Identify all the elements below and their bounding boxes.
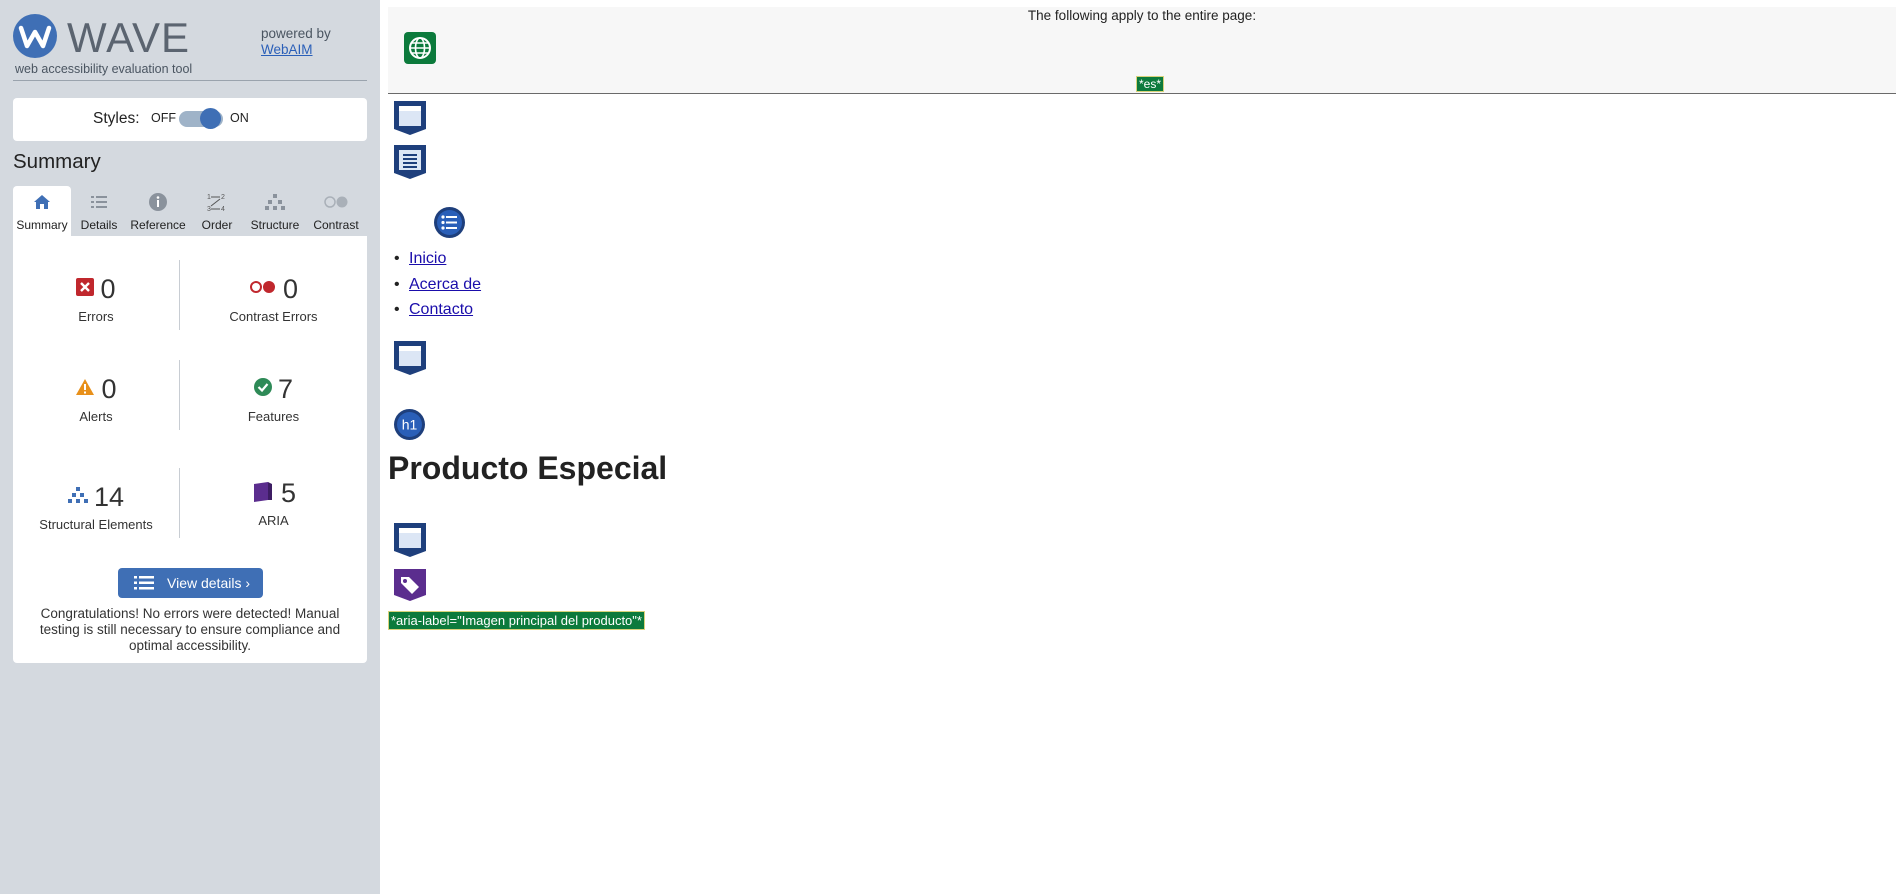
page-level-banner: The following apply to the entire page: …: [388, 7, 1896, 94]
styles-toggle[interactable]: [200, 108, 221, 129]
main-region-icon[interactable]: [393, 340, 427, 381]
wave-sidebar: WAVE web accessibility evaluation tool p…: [0, 0, 380, 894]
tab-contrast[interactable]: Contrast: [305, 186, 367, 236]
globe-icon[interactable]: [404, 32, 436, 64]
stat-aria[interactable]: 5 ARIA: [180, 478, 367, 528]
alerts-count: 0: [101, 374, 117, 404]
styles-on-label: ON: [230, 111, 249, 125]
banner-text: The following apply to the entire page:: [1027, 8, 1257, 23]
alerts-label: Alerts: [79, 409, 113, 424]
features-count: 7: [277, 374, 294, 404]
tab-summary[interactable]: Summary: [13, 186, 71, 236]
feature-icon: [253, 378, 272, 401]
home-icon: [13, 192, 71, 214]
nav-link-acerca-de[interactable]: Acerca de: [409, 276, 481, 293]
view-details-button[interactable]: View details ›: [118, 568, 263, 598]
order-icon: 1 2 3 4: [189, 192, 245, 214]
structure-elements-icon: [67, 486, 88, 509]
webaim-link[interactable]: WebAIM: [261, 42, 331, 58]
stat-errors[interactable]: 0 Errors: [13, 274, 179, 324]
heading-level-label: h1: [402, 417, 418, 433]
tab-label: Contrast: [313, 218, 359, 232]
errors-label: Errors: [78, 309, 114, 324]
structure-icon: [245, 192, 305, 214]
contrast-icon: [305, 192, 367, 214]
list-icon: [71, 192, 127, 214]
tab-label: Summary: [16, 218, 68, 232]
summary-panel: Summary Details Reference 1 2 3 4 Order Str…: [13, 186, 367, 663]
stat-features[interactable]: 7 Features: [180, 374, 367, 424]
svg-text:4: 4: [221, 206, 225, 213]
wave-logo: WAVE web accessibility evaluation tool p…: [13, 14, 367, 81]
language-badge: *es*: [1136, 76, 1165, 92]
tab-reference[interactable]: Reference: [127, 186, 189, 236]
info-icon: [127, 192, 189, 214]
tab-structure[interactable]: Structure: [245, 186, 305, 236]
svg-text:3: 3: [207, 206, 211, 213]
congrats-message: Congratulations! No errors were detected…: [39, 606, 341, 653]
stat-alerts[interactable]: 0 Alerts: [13, 374, 179, 424]
heading-h1-icon[interactable]: h1: [393, 408, 426, 446]
structural-count: 14: [93, 482, 125, 512]
unordered-list-icon[interactable]: [433, 206, 466, 244]
view-details-label: View details ›: [167, 575, 251, 591]
wave-logo-icon: [13, 14, 57, 58]
structural-label: Structural Elements: [39, 517, 153, 532]
features-label: Features: [247, 409, 300, 424]
navigation-icon[interactable]: [393, 144, 427, 185]
tab-label: Order: [201, 218, 233, 232]
summary-title: Summary: [13, 150, 101, 173]
contrast-errors-count: 0: [282, 274, 299, 304]
powered-by-text: powered by: [261, 26, 331, 41]
section-region-icon[interactable]: [393, 522, 427, 563]
contrast-error-icon: [249, 279, 277, 300]
stat-structural-elements[interactable]: 14 Structural Elements: [13, 482, 179, 532]
contrast-errors-label: Contrast Errors: [229, 309, 318, 324]
alert-icon: [75, 378, 95, 401]
error-icon: [76, 278, 95, 301]
page-heading: Producto Especial: [388, 450, 668, 486]
list-icon: [134, 576, 154, 590]
tab-label: Reference: [130, 218, 186, 232]
stat-contrast-errors[interactable]: 0 Contrast Errors: [180, 274, 367, 324]
wave-logo-text: WAVE: [67, 14, 191, 61]
panel-tabs: Summary Details Reference 1 2 3 4 Order Str…: [13, 186, 367, 236]
nav-list: Inicio Acerca de Contacto: [409, 246, 481, 323]
nav-link-contacto[interactable]: Contacto: [409, 301, 473, 318]
list-item: Acerca de: [409, 272, 481, 298]
tab-order[interactable]: 1 2 3 4 Order: [189, 186, 245, 236]
errors-count: 0: [100, 274, 116, 304]
svg-text:2: 2: [221, 194, 225, 201]
region-icon[interactable]: [393, 100, 427, 141]
svg-text:1: 1: [207, 194, 211, 201]
list-item: Contacto: [409, 297, 481, 323]
aria-label-badge: *aria-label="Imagen principal del produc…: [388, 611, 645, 630]
aria-count: 5: [280, 478, 297, 508]
tab-label: Structure: [250, 218, 300, 232]
aria-label-icon[interactable]: [393, 568, 427, 607]
list-item: Inicio: [409, 246, 481, 272]
page-content: The following apply to the entire page: …: [380, 0, 1896, 894]
tab-label: Details: [80, 218, 118, 232]
wave-tagline: web accessibility evaluation tool: [15, 62, 193, 76]
styles-off-label: OFF: [151, 111, 176, 125]
styles-label: Styles:: [93, 110, 140, 127]
styles-toggle-box: Styles: OFF ON: [13, 98, 367, 141]
nav-link-inicio[interactable]: Inicio: [409, 250, 446, 267]
tab-details[interactable]: Details: [71, 186, 127, 236]
aria-label: ARIA: [258, 513, 289, 528]
aria-icon: [251, 479, 275, 508]
powered-by: powered by WebAIM: [261, 26, 331, 58]
